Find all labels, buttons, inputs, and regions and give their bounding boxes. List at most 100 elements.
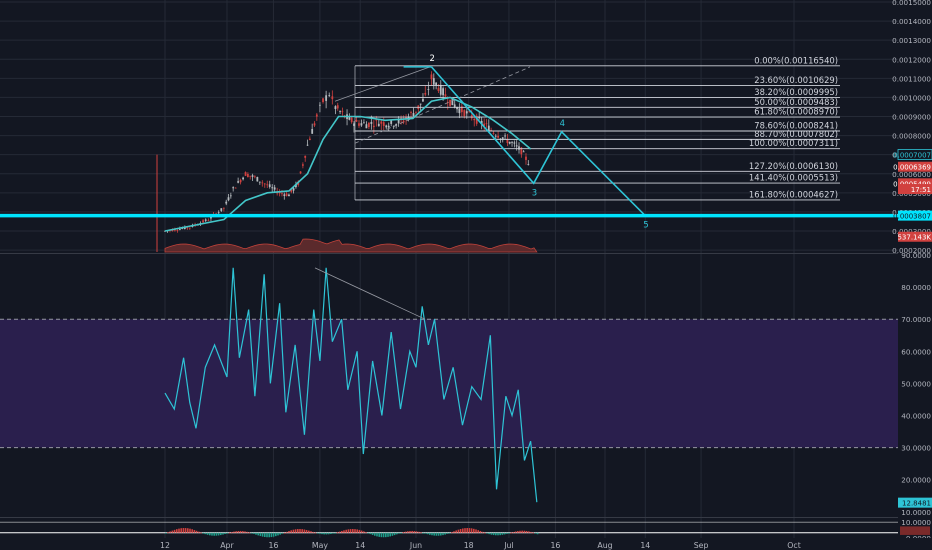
- candle-body: [367, 122, 370, 128]
- candle-body: [246, 174, 249, 178]
- candle-body: [313, 123, 316, 126]
- macd-bar: [444, 532, 446, 535]
- candle-body: [513, 142, 516, 144]
- candle-body: [176, 230, 179, 231]
- macd-bar: [433, 532, 435, 536]
- macd-bar: [191, 529, 193, 533]
- macd-bar: [382, 532, 385, 538]
- macd-bar: [501, 532, 504, 535]
- macd-bar: [345, 529, 347, 533]
- rsi-tick-label: 60.0000: [901, 347, 931, 356]
- candle-body: [415, 111, 417, 113]
- macd-bar: [495, 532, 497, 536]
- fib-level-label: 100.00%(0.0007311): [749, 138, 838, 148]
- time-axis[interactable]: 12 Apr 16 May 14 Jun 18 Jul 16 Aug 14 Sep Oct: [0, 538, 932, 550]
- macd-bar: [462, 528, 464, 533]
- macd-bar: [281, 532, 284, 534]
- candle-body: [465, 111, 468, 114]
- macd-bar: [523, 530, 526, 533]
- candle-body: [283, 194, 286, 196]
- macd-bar: [532, 532, 534, 534]
- candle-body: [515, 145, 518, 147]
- macd-bar: [407, 531, 409, 533]
- candle-body: [204, 219, 207, 221]
- candle-body: [527, 164, 530, 165]
- candle-body: [207, 220, 210, 222]
- wave-label: 4: [560, 119, 565, 129]
- candle-body: [341, 111, 344, 113]
- macd-bar: [437, 532, 440, 536]
- rsi-tick-label: 50.0000: [901, 379, 931, 388]
- macd-bar: [264, 532, 266, 538]
- macd-bar: [534, 532, 537, 534]
- macd-bar: [299, 529, 301, 533]
- candle-body: [485, 123, 488, 125]
- candle-body: [497, 135, 499, 138]
- macd-bar: [490, 532, 493, 535]
- candle-body: [251, 175, 254, 177]
- macd-bar: [521, 530, 523, 533]
- macd-bar: [268, 532, 270, 538]
- candle-body: [372, 125, 375, 128]
- macd-bar: [277, 532, 279, 536]
- candle-body: [437, 88, 440, 92]
- macd-bar: [442, 532, 444, 536]
- macd-bar: [228, 532, 231, 534]
- macd-bar: [352, 529, 354, 533]
- wave-label: 3: [532, 188, 537, 198]
- fib-level-label: 50.00%(0.0009483): [754, 97, 838, 107]
- macd-bar: [327, 532, 330, 535]
- macd-bar: [400, 532, 402, 534]
- macd-bar: [530, 531, 532, 533]
- macd-bar: [279, 532, 281, 535]
- macd-bar: [250, 532, 253, 534]
- candle-body: [322, 98, 324, 103]
- candle-body: [525, 156, 527, 160]
- rsi-tick-label: 30.0000: [901, 444, 931, 453]
- macd-bar: [506, 532, 508, 534]
- candle-body: [288, 194, 290, 197]
- macd-bar: [283, 532, 286, 534]
- candle-body: [253, 176, 256, 178]
- candle-body: [385, 125, 388, 128]
- macd-bar: [204, 532, 207, 535]
- candle-body: [299, 171, 302, 174]
- candle-body: [271, 187, 274, 189]
- macd-bar: [466, 528, 468, 533]
- macd-bar: [292, 529, 295, 533]
- candle-body: [242, 177, 244, 180]
- macd-bar: [193, 529, 196, 533]
- macd-bar: [222, 532, 224, 535]
- macd-bar: [200, 532, 202, 534]
- rsi-tick-label: 40.0000: [901, 411, 931, 420]
- macd-bar: [398, 532, 400, 534]
- macd-bar: [369, 532, 372, 535]
- macd-bar: [376, 532, 378, 537]
- price-tag-label: 0.0006369: [893, 164, 931, 172]
- macd-bar: [266, 532, 268, 538]
- price-axis[interactable]: 0.0015000 0.0014000 0.0013000 0.0012000 0.00…: [892, 0, 932, 550]
- candle-body: [390, 120, 393, 124]
- macd-bar: [275, 532, 277, 537]
- candle-body: [308, 138, 311, 141]
- fib-level-label: 23.60%(0.0010629): [754, 75, 838, 85]
- macd-bar: [360, 530, 363, 533]
- candle-body: [306, 144, 309, 146]
- candle-body: [336, 105, 339, 109]
- time-tick-label: Jul: [503, 541, 513, 550]
- candle-body: [301, 164, 304, 166]
- candle-body: [380, 121, 383, 124]
- candle-body: [350, 117, 353, 123]
- candle-body: [449, 99, 451, 106]
- macd-bar: [308, 530, 310, 533]
- macd-bar: [470, 528, 473, 533]
- candle-body: [494, 135, 497, 137]
- candle-body: [225, 201, 228, 204]
- macd-bar: [319, 532, 321, 534]
- price-tick-label: 0.0010000: [892, 93, 931, 102]
- candle-body: [439, 85, 442, 95]
- macd-bar: [253, 532, 255, 534]
- candle-body: [508, 141, 511, 144]
- time-tick-label: Jun: [409, 541, 422, 550]
- price-tag-label: 0.0003807: [893, 213, 931, 221]
